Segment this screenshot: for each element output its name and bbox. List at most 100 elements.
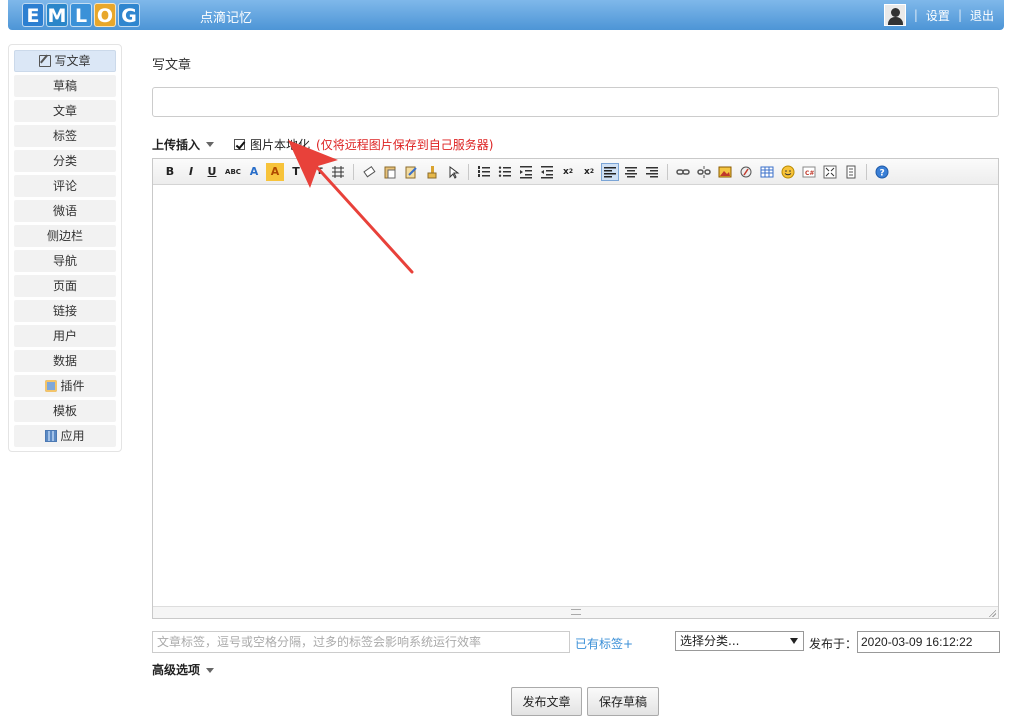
category-select[interactable]: 选择分类... bbox=[675, 631, 804, 651]
sidebar-item-label: 侧边栏 bbox=[46, 229, 83, 243]
eraser-icon[interactable] bbox=[360, 163, 378, 181]
sidebar-item-label: 文章 bbox=[52, 104, 77, 118]
unlink-icon[interactable] bbox=[695, 163, 713, 181]
sidebar-item-pages[interactable]: 页面 bbox=[14, 275, 116, 297]
toolbar-separator bbox=[353, 163, 354, 180]
line-height-icon[interactable] bbox=[329, 163, 347, 181]
logout-link[interactable]: 退出 bbox=[970, 7, 994, 24]
editor-statusbar bbox=[153, 606, 998, 618]
publish-time-input[interactable] bbox=[857, 631, 1000, 653]
tags-input[interactable] bbox=[152, 631, 570, 653]
page-break-icon[interactable] bbox=[842, 163, 860, 181]
sidebar-item-users[interactable]: 用户 bbox=[14, 325, 116, 347]
corner-resize-icon[interactable] bbox=[988, 609, 996, 617]
sidebar-item-drafts[interactable]: 草稿 bbox=[14, 75, 116, 97]
sidebar-item-label: 页面 bbox=[52, 279, 77, 293]
outdent-icon[interactable] bbox=[538, 163, 556, 181]
sidebar-item-widgets[interactable]: 侧边栏 bbox=[14, 225, 116, 247]
advanced-options-label: 高级选项 bbox=[152, 663, 201, 677]
sidebar-item-label: 用户 bbox=[52, 329, 77, 343]
toolbar-separator bbox=[468, 163, 469, 180]
select-all-icon[interactable] bbox=[444, 163, 462, 181]
plugin-icon bbox=[45, 380, 58, 392]
help-icon[interactable]: ? bbox=[873, 163, 891, 181]
emoticon-icon[interactable] bbox=[779, 163, 797, 181]
align-right-icon[interactable] bbox=[643, 163, 661, 181]
ordered-list-icon[interactable] bbox=[475, 163, 493, 181]
chevron-down-icon bbox=[206, 668, 215, 673]
localize-images-note: (仅将远程图片保存到自己服务器) bbox=[316, 138, 494, 152]
advanced-options-toggle[interactable]: 高级选项 bbox=[152, 661, 215, 678]
sidebar-item-label: 链接 bbox=[52, 304, 77, 318]
publish-time-label: 发布于： bbox=[809, 637, 858, 651]
sidebar-item-label: 应用 bbox=[60, 429, 85, 443]
highlight-button[interactable]: A bbox=[266, 162, 284, 181]
app-icon bbox=[45, 430, 58, 442]
user-avatar-icon[interactable] bbox=[883, 4, 906, 26]
page-title: 写文章 bbox=[152, 58, 192, 73]
logo-letter: L bbox=[70, 3, 92, 27]
sidebar-item-data[interactable]: 数据 bbox=[14, 350, 116, 372]
sidebar-nav: 写文章 草稿 文章 标签 分类 评论 微语 侧边栏 导航 页面 链接 用户 数据… bbox=[8, 44, 122, 452]
image-icon[interactable] bbox=[716, 163, 734, 181]
sidebar-item-comments[interactable]: 评论 bbox=[14, 175, 116, 197]
resize-handle-icon[interactable] bbox=[570, 609, 581, 615]
strikethrough-button[interactable]: ABC bbox=[224, 163, 242, 181]
separator: | bbox=[957, 8, 962, 22]
sidebar-item-label: 微语 bbox=[52, 204, 77, 218]
font-size-button[interactable]: тT bbox=[308, 163, 326, 181]
sidebar-item-tags[interactable]: 标签 bbox=[14, 125, 116, 147]
user-area: | 设置 | 退出 bbox=[883, 4, 994, 26]
upload-row: 上传插入 图片本地化 (仅将远程图片保存到自己服务器) bbox=[152, 136, 493, 153]
pencil-icon bbox=[39, 55, 52, 67]
localize-images-label: 图片本地化 bbox=[250, 138, 311, 152]
rich-text-editor: B I U ABC A A T тT x2 x2 C# ? bbox=[152, 158, 999, 619]
localize-images-checkbox[interactable] bbox=[234, 139, 246, 150]
sidebar-item-apps[interactable]: 应用 bbox=[14, 425, 116, 447]
article-title-input[interactable] bbox=[152, 87, 999, 117]
logo-letter: E bbox=[22, 3, 44, 27]
save-draft-button[interactable]: 保存草稿 bbox=[587, 687, 659, 716]
sidebar-item-links[interactable]: 链接 bbox=[14, 300, 116, 322]
sidebar-item-write[interactable]: 写文章 bbox=[14, 50, 116, 72]
sidebar-item-label: 插件 bbox=[60, 379, 85, 393]
sidebar-item-label: 标签 bbox=[52, 129, 77, 143]
bold-button[interactable]: B bbox=[161, 163, 179, 181]
table-icon[interactable] bbox=[758, 163, 776, 181]
sidebar-item-articles[interactable]: 文章 bbox=[14, 100, 116, 122]
existing-tags-link[interactable]: 已有标签+ bbox=[575, 635, 633, 652]
underline-button[interactable]: U bbox=[203, 163, 221, 181]
upload-insert-toggle[interactable]: 上传插入 bbox=[152, 136, 200, 153]
paste-icon[interactable] bbox=[381, 163, 399, 181]
settings-link[interactable]: 设置 bbox=[926, 7, 950, 24]
code-icon[interactable]: C# bbox=[800, 163, 818, 181]
unordered-list-icon[interactable] bbox=[496, 163, 514, 181]
sidebar-item-templates[interactable]: 模板 bbox=[14, 400, 116, 422]
sidebar-item-categories[interactable]: 分类 bbox=[14, 150, 116, 172]
chevron-down-icon[interactable] bbox=[206, 142, 215, 147]
fullscreen-icon[interactable] bbox=[821, 163, 839, 181]
align-center-icon[interactable] bbox=[622, 163, 640, 181]
publish-button[interactable]: 发布文章 bbox=[511, 687, 582, 716]
font-family-button[interactable]: T bbox=[287, 163, 305, 181]
flash-icon[interactable] bbox=[737, 163, 755, 181]
indent-icon[interactable] bbox=[517, 163, 535, 181]
sidebar-item-label: 草稿 bbox=[52, 79, 77, 93]
align-left-icon[interactable] bbox=[601, 162, 619, 181]
italic-button[interactable]: I bbox=[182, 163, 200, 181]
sidebar-item-plugins[interactable]: 插件 bbox=[14, 375, 116, 397]
site-name-link[interactable]: 点滴记忆 bbox=[200, 7, 252, 26]
emlog-logo[interactable]: E M L O G bbox=[22, 3, 140, 27]
sidebar-item-label: 模板 bbox=[52, 404, 77, 418]
sidebar-item-label: 数据 bbox=[52, 354, 77, 368]
paste-word-icon[interactable] bbox=[402, 163, 420, 181]
link-icon[interactable] bbox=[674, 163, 692, 181]
subscript-icon[interactable]: x2 bbox=[559, 163, 577, 181]
sidebar-item-microposts[interactable]: 微语 bbox=[14, 200, 116, 222]
editor-content-area[interactable] bbox=[153, 185, 998, 606]
superscript-icon[interactable]: x2 bbox=[580, 163, 598, 181]
font-color-button[interactable]: A bbox=[245, 163, 263, 181]
toolbar-separator bbox=[866, 163, 867, 180]
sidebar-item-navigation[interactable]: 导航 bbox=[14, 250, 116, 272]
format-painter-icon[interactable] bbox=[423, 163, 441, 181]
